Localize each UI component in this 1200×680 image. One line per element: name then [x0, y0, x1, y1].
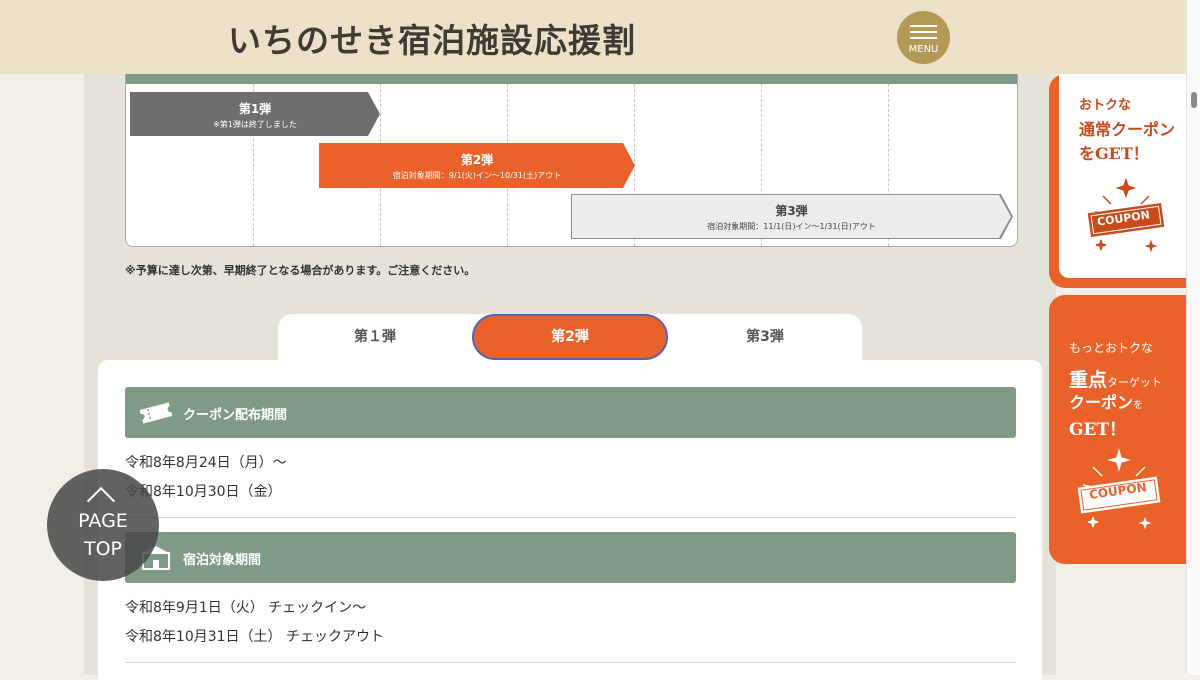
schedule-chart: 第1弾 ※第1弾は終了しました 第2弾 宿泊対象期間：9/1(火)イン〜10/3…	[125, 74, 1018, 247]
priority-banner-line2: 重点ターゲット	[1069, 365, 1162, 392]
phase1-bar: 第1弾 ※第1弾は終了しました	[130, 92, 380, 136]
phase-tabs: 第１弾 第2弾 第3弾	[278, 314, 862, 364]
stay-period-checkout: 令和8年10月31日（土） チェックアウト	[125, 629, 384, 645]
menu-label: MENU	[908, 44, 939, 55]
regular-banner-line2: 通常クーポン	[1079, 120, 1176, 139]
coupon-period-label: クーポン配布期間	[183, 408, 288, 423]
priority-banner-line3-small: を	[1133, 400, 1144, 411]
phase2-title: 第2弾	[460, 153, 494, 167]
menu-button[interactable]: MENU	[897, 11, 950, 64]
page-top-button[interactable]: PAGE TOP	[47, 469, 159, 581]
stay-period-checkin: 令和8年9月1日（火） チェックイン〜	[125, 600, 367, 616]
regular-banner-line1: おトクな	[1079, 98, 1132, 113]
hamburger-icon	[910, 25, 937, 27]
phase1-title: 第1弾	[238, 102, 272, 116]
phase1-note: ※第1弾は終了しました	[213, 120, 297, 129]
phase2-bar: 第2弾 宿泊対象期間：9/1(火)イン〜10/31(土)アウト	[319, 143, 635, 188]
priority-banner-line2-small: ターゲット	[1107, 376, 1163, 389]
site-title[interactable]: いちのせき宿泊施設応援割	[228, 14, 636, 62]
priority-coupon-banner[interactable]: もっとおトクな 重点ターゲット クーポンを GET！ COUPON	[1049, 295, 1186, 564]
regular-coupon-banner-inner: おトクな 通常クーポン をGET！ COUPON	[1059, 74, 1186, 278]
site-header: いちのせき宿泊施設応援割 MENU	[0, 0, 1186, 74]
page-top-label-line2: TOP	[83, 538, 123, 560]
phase2-note: 宿泊対象期間：9/1(火)イン〜10/31(土)アウト	[392, 171, 562, 180]
tab-phase1[interactable]: 第１弾	[278, 314, 472, 360]
priority-banner-line2-main: 重点	[1069, 369, 1108, 391]
phase3-title: 第3弾	[775, 204, 808, 218]
hamburger-icon-bar	[910, 37, 937, 39]
coupon-period-heading: クーポン配布期間	[125, 387, 1016, 438]
regular-banner-line3: をGET！	[1079, 144, 1149, 163]
stay-period-label: 宿泊対象期間	[183, 553, 262, 568]
priority-banner-line3-main: クーポン	[1069, 393, 1134, 412]
scrollbar-thumb[interactable]	[1191, 92, 1197, 108]
phase3-bar: 第3弾 宿泊対象期間：11/1(日)イン〜1/31(日)アウト	[572, 195, 1011, 238]
scrollbar[interactable]	[1186, 0, 1200, 675]
budget-note: ※予算に達し次第、早期終了となる場合があります。ご注意ください。	[125, 264, 476, 277]
priority-banner-line3: クーポンを	[1069, 389, 1143, 413]
tab-phase2[interactable]: 第2弾	[472, 314, 668, 360]
ticket-icon	[137, 400, 175, 430]
page-top-label-line1: PAGE	[78, 510, 128, 532]
stay-period-heading: 宿泊対象期間	[125, 532, 1016, 583]
schedule-header-bar	[126, 74, 1017, 84]
hamburger-icon-bar	[910, 31, 937, 33]
priority-banner-line1: もっとおトクな	[1069, 341, 1154, 355]
phase3-note: 宿泊対象期間：11/1(日)イン〜1/31(日)アウト	[707, 222, 876, 231]
tab-phase3[interactable]: 第3弾	[668, 314, 862, 360]
priority-banner-line4: GET！	[1069, 420, 1127, 440]
divider	[125, 662, 1016, 663]
coupon-period-start: 令和8年8月24日（月）〜	[125, 455, 287, 471]
regular-coupon-banner[interactable]: おトクな 通常クーポン をGET！ COUPON	[1049, 74, 1186, 288]
divider	[125, 517, 1016, 518]
